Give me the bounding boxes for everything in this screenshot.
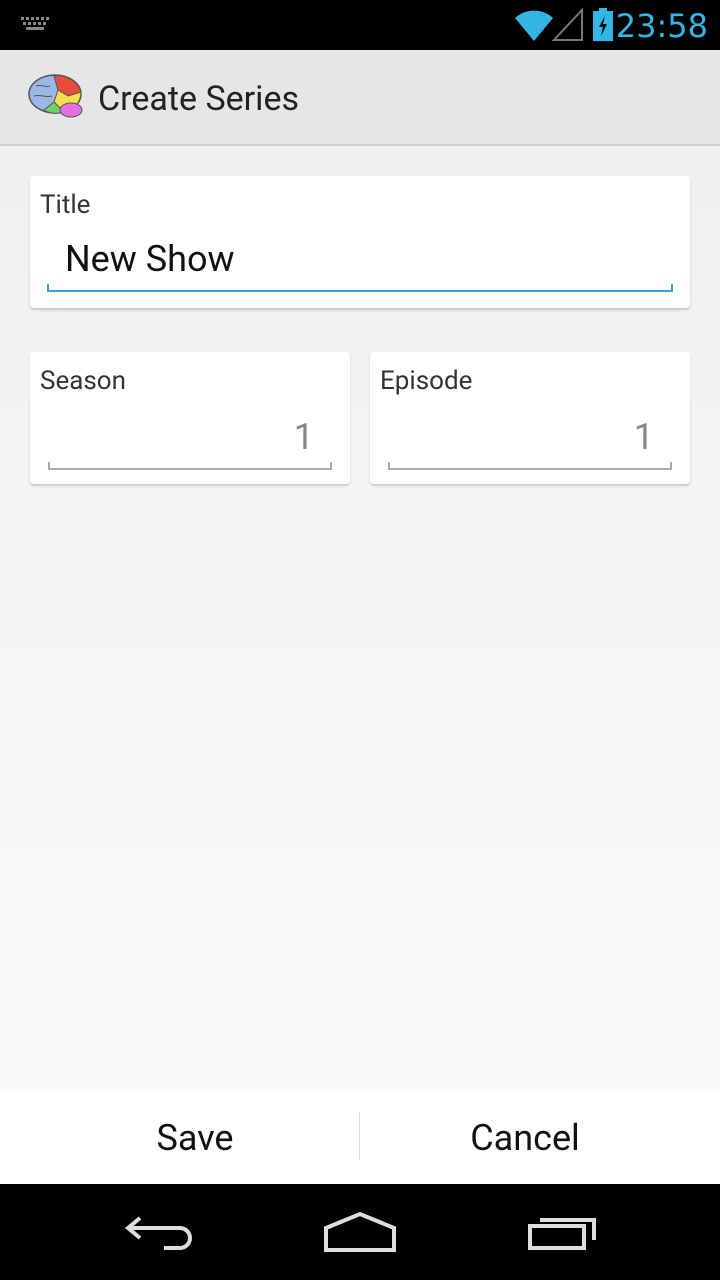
button-bar: Save Cancel — [0, 1092, 720, 1184]
episode-input[interactable]: 1 — [634, 416, 654, 458]
back-icon[interactable] — [124, 1210, 196, 1254]
underline-tick — [47, 284, 49, 292]
underline-tick — [671, 284, 673, 292]
save-button[interactable]: Save — [30, 1092, 360, 1184]
season-label: Season — [40, 366, 126, 396]
home-icon[interactable] — [322, 1210, 398, 1258]
title-field-card: Title New Show — [30, 176, 690, 308]
episode-field-card: Episode 1 — [370, 352, 690, 484]
episode-input-underline — [388, 468, 672, 470]
cancel-button[interactable]: Cancel — [360, 1092, 690, 1184]
navigation-bar — [0, 1184, 720, 1280]
brain-icon[interactable] — [28, 72, 86, 124]
battery-charging-icon — [592, 8, 614, 46]
episode-label: Episode — [380, 366, 473, 396]
form-content: Title New Show Season 1 Episode 1 — [0, 146, 720, 1092]
season-input[interactable]: 1 — [294, 416, 314, 458]
signal-icon — [551, 7, 584, 46]
title-label: Title — [40, 190, 91, 220]
wifi-icon — [514, 8, 554, 46]
page-title: Create Series — [98, 79, 300, 119]
status-bar: 23:58 — [0, 0, 720, 50]
underline-tick — [670, 462, 672, 470]
keyboard-icon — [20, 16, 52, 38]
recents-icon[interactable] — [526, 1210, 600, 1256]
action-bar: Create Series — [0, 50, 720, 146]
underline-tick — [330, 462, 332, 470]
underline-tick — [48, 462, 50, 470]
season-field-card: Season 1 — [30, 352, 350, 484]
title-input-underline — [47, 290, 673, 292]
underline-tick — [388, 462, 390, 470]
title-input[interactable]: New Show — [65, 238, 235, 280]
status-clock: 23:58 — [615, 7, 708, 45]
season-input-underline — [48, 468, 332, 470]
